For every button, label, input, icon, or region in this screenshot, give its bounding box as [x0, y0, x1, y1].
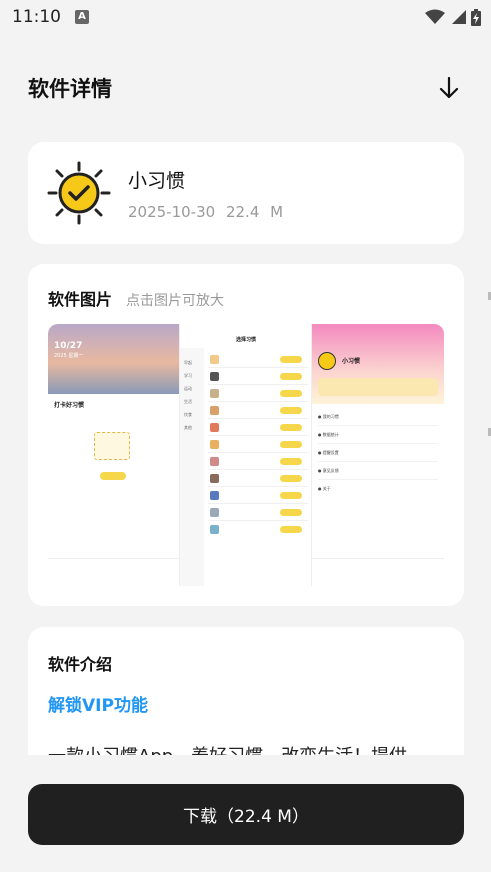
a-icon: A	[75, 10, 89, 24]
status-bar: 11:10 A	[0, 0, 491, 34]
arrow-down-icon	[439, 77, 459, 99]
shot2-habit-list	[208, 352, 308, 539]
app-meta: 2025-10-30 22.4 M	[128, 203, 283, 221]
screenshot-3[interactable]: 小习惯 ● 我的习惯 ● 数据统计 ● 提醒设置 ● 意见反馈 ● 关于	[312, 324, 444, 586]
shot3-tabbar	[312, 558, 444, 586]
page-title: 软件详情	[28, 77, 112, 101]
app-info-card: 小习惯 2025-10-30 22.4 M	[28, 142, 464, 244]
shot3-menu: ● 我的习惯 ● 数据统计 ● 提醒设置 ● 意见反馈 ● 关于	[318, 408, 438, 497]
shot2-title: 选择习惯	[235, 337, 256, 343]
sunset-banner	[48, 324, 179, 394]
sun-check-icon	[47, 161, 111, 225]
screenshot-2[interactable]: 选择习惯 早起 学习 运动 生活 饮食 其他	[180, 324, 312, 586]
page-header: 软件详情	[28, 68, 464, 108]
shot1-tabbar	[48, 558, 179, 586]
screenshots-title: 软件图片	[48, 290, 113, 309]
battery-charging-icon	[471, 8, 481, 26]
app-size: 22.4 M	[225, 202, 284, 221]
shot1-add-button	[100, 472, 126, 480]
screenshot-1[interactable]: 10/27 2025 星期一 打卡好习惯	[48, 324, 180, 586]
vip-banner	[318, 378, 438, 396]
signal-icon	[452, 10, 466, 24]
screenshots-hint: 点击图片可放大	[126, 293, 225, 309]
shot2-category-list: 早起 学习 运动 生活 饮食 其他	[180, 348, 204, 586]
profile-avatar	[318, 352, 336, 370]
download-button[interactable]: 下载（22.4 M）	[28, 784, 464, 845]
screenshot-gallery: 10/27 2025 星期一 打卡好习惯 选择习惯 早起 学习 运动 生活 饮食 其他	[48, 324, 444, 586]
shot3-name: 小习惯	[342, 358, 361, 365]
shot1-date: 10/27	[54, 341, 83, 351]
status-time: 11:10	[12, 7, 61, 27]
vip-link[interactable]: 解锁VIP功能	[48, 691, 444, 716]
status-icons	[425, 8, 481, 26]
app-name: 小习惯	[128, 169, 186, 192]
app-date: 2025-10-30	[128, 202, 216, 221]
intro-title: 软件介绍	[48, 655, 113, 674]
shot2-categories: 早起 学习 运动 生活 饮食 其他	[184, 360, 192, 430]
empty-folder-icon	[94, 432, 130, 460]
shot1-weekday: 2025 星期一	[54, 353, 84, 359]
shot1-section: 打卡好习惯	[54, 402, 85, 409]
screenshots-header: 软件图片 点击图片可放大	[48, 286, 444, 310]
download-arrow-button[interactable]	[434, 73, 464, 103]
app-info: 小习惯 2025-10-30 22.4 M	[128, 166, 283, 221]
screenshots-card: 软件图片 点击图片可放大 10/27 2025 星期一 打卡好习惯 选择习惯 早…	[28, 264, 464, 606]
wifi-icon	[425, 9, 445, 24]
